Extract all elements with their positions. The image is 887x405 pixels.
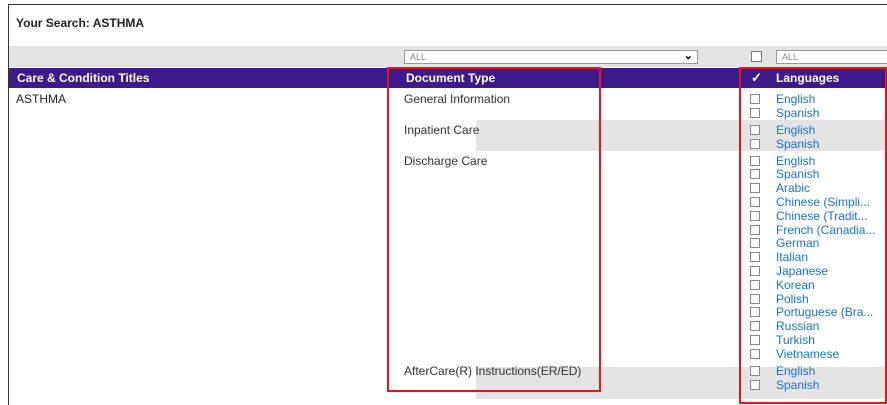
search-term: ASTHMA [92,16,145,30]
languages-highlight [739,67,887,404]
condition-title: ASTHMA [16,92,67,106]
chevron-down-icon: ⌄ [683,50,693,62]
document-type-filter-select[interactable]: ALL ⌄ [404,50,698,64]
language-filter-value: ALL [782,52,799,62]
document-type-filter-value: ALL [410,52,427,62]
search-summary: Your Search: ASTHMA [16,16,144,30]
document-type-highlight [387,67,601,392]
header-care-titles: Care & Condition Titles [17,71,150,85]
select-all-languages-checkbox[interactable] [751,51,762,62]
language-filter-select[interactable]: ALL [776,50,887,64]
search-label: Your Search: [16,16,90,30]
